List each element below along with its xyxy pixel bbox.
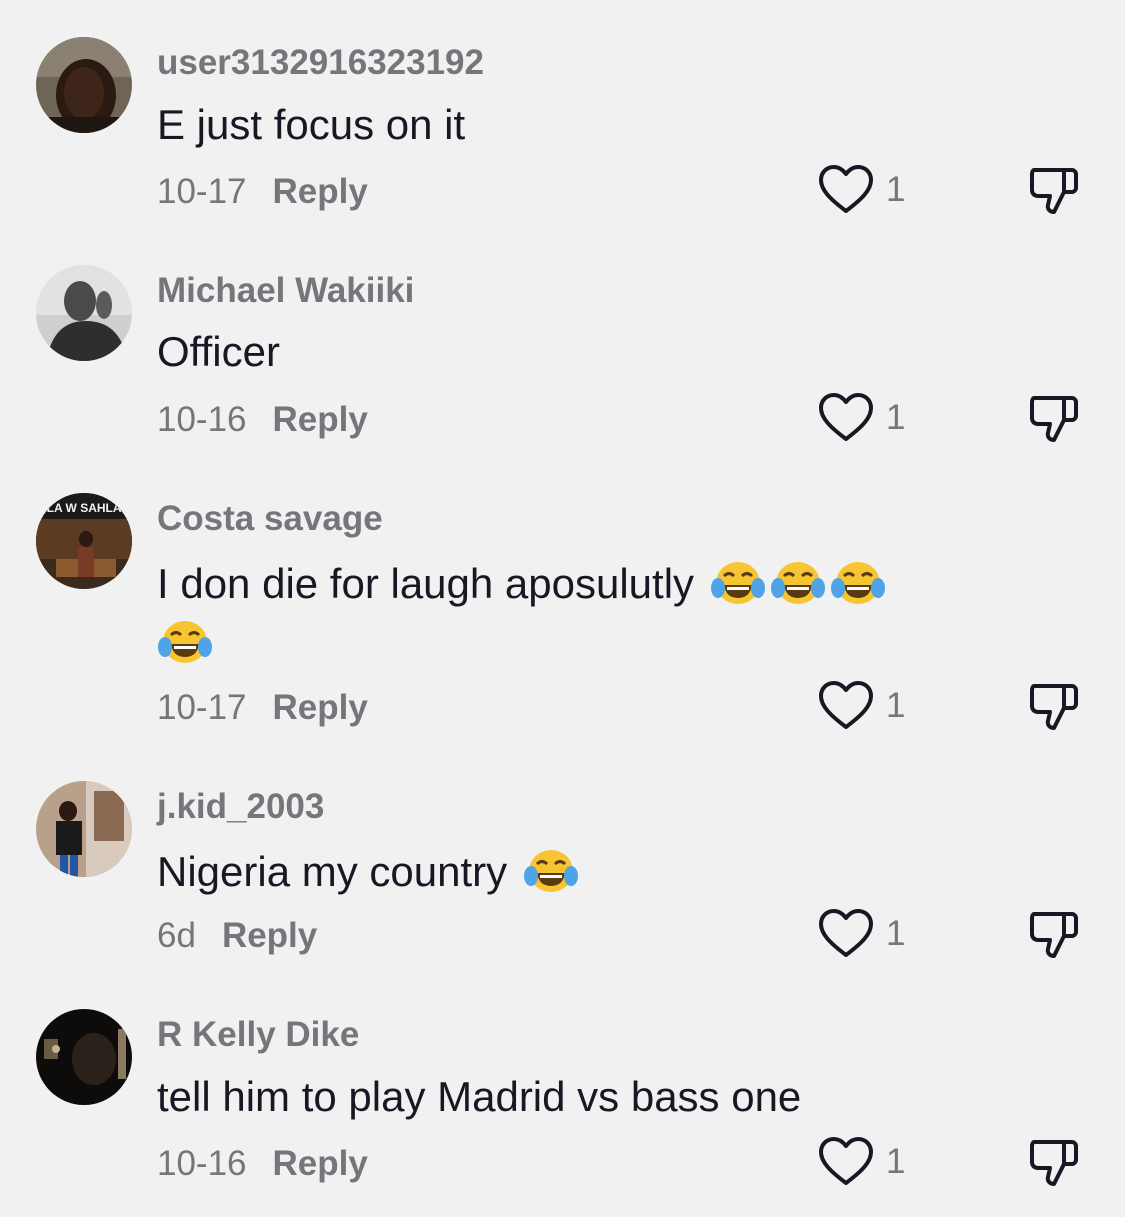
- comment-text-content: Officer: [157, 328, 280, 375]
- reply-button[interactable]: Reply: [273, 1144, 368, 1183]
- dislike-button[interactable]: [1026, 680, 1082, 736]
- comment-meta: 6d Reply: [157, 918, 317, 953]
- comment-meta: 10-17 Reply: [157, 174, 368, 209]
- like-button[interactable]: 1: [818, 680, 908, 730]
- like-count: 1: [886, 1142, 906, 1181]
- like-count: 1: [886, 170, 906, 209]
- comment-date: 10-16: [157, 400, 247, 439]
- avatar[interactable]: [36, 1009, 132, 1105]
- comment-username[interactable]: R Kelly Dike: [157, 1017, 359, 1052]
- reply-button[interactable]: Reply: [222, 916, 317, 955]
- face-with-tears-of-joy-icon: [770, 558, 826, 608]
- reply-button[interactable]: Reply: [273, 400, 368, 439]
- heart-outline-icon: [819, 909, 873, 957]
- comment-date: 10-17: [157, 688, 247, 727]
- dislike-button[interactable]: [1026, 164, 1082, 220]
- comment-text: E just focus on it: [157, 96, 957, 154]
- heart-outline-icon: [819, 1137, 873, 1185]
- comment-text-continued: [157, 614, 957, 672]
- comment-username[interactable]: Costa savage: [157, 501, 383, 536]
- comment-text: Nigeria my country: [157, 843, 957, 901]
- like-count: 1: [886, 686, 906, 725]
- face-with-tears-of-joy-icon: [830, 558, 886, 608]
- like-button[interactable]: 1: [818, 908, 908, 958]
- comment-text-content: Nigeria my country: [157, 848, 508, 895]
- like-count: 1: [886, 398, 906, 437]
- comment-text-content: I don die for laugh aposulutly: [157, 560, 695, 607]
- thumbs-down-outline-icon: [1030, 168, 1078, 214]
- avatar[interactable]: [36, 37, 132, 133]
- face-with-tears-of-joy-icon: [710, 558, 766, 608]
- heart-outline-icon: [819, 681, 873, 729]
- like-button[interactable]: 1: [818, 392, 908, 442]
- reply-button[interactable]: Reply: [273, 172, 368, 211]
- avatar-sign-text: HLA W SAHLA: [38, 501, 122, 515]
- avatar-image: [36, 265, 132, 361]
- comment-text: I don die for laugh aposulutly: [157, 555, 957, 613]
- avatar-image: [36, 781, 132, 877]
- comment-text-content: E just focus on it: [157, 101, 466, 148]
- comment-meta: 10-17 Reply: [157, 690, 368, 725]
- comment-meta: 10-16 Reply: [157, 1146, 368, 1181]
- avatar-image: [36, 37, 132, 133]
- comment-date: 6d: [157, 916, 196, 955]
- comment-username[interactable]: j.kid_2003: [157, 789, 324, 824]
- avatar[interactable]: [36, 781, 132, 877]
- thumbs-down-outline-icon: [1030, 912, 1078, 958]
- face-with-tears-of-joy-icon: [157, 617, 213, 667]
- thumbs-down-outline-icon: [1030, 396, 1078, 442]
- comment-meta: 10-16 Reply: [157, 402, 368, 437]
- comment-username[interactable]: Michael Wakiiki: [157, 273, 414, 308]
- dislike-button[interactable]: [1026, 908, 1082, 964]
- thumbs-down-outline-icon: [1030, 1140, 1078, 1186]
- comment-text-content: tell him to play Madrid vs bass one: [157, 1073, 802, 1120]
- comment-date: 10-17: [157, 172, 247, 211]
- avatar-image: HLA W SAHLA: [36, 493, 132, 589]
- avatar[interactable]: [36, 265, 132, 361]
- avatar-image: [36, 1009, 132, 1105]
- like-button[interactable]: 1: [818, 164, 908, 214]
- thumbs-down-outline-icon: [1030, 684, 1078, 730]
- reply-button[interactable]: Reply: [273, 688, 368, 727]
- dislike-button[interactable]: [1026, 392, 1082, 448]
- like-button[interactable]: 1: [818, 1136, 908, 1186]
- avatar[interactable]: HLA W SAHLA: [36, 493, 132, 589]
- comment-text: Officer: [157, 323, 957, 381]
- comment-text: tell him to play Madrid vs bass one: [157, 1068, 957, 1126]
- comment-date: 10-16: [157, 1144, 247, 1183]
- like-count: 1: [886, 914, 906, 953]
- face-with-tears-of-joy-icon: [523, 846, 579, 896]
- heart-outline-icon: [819, 393, 873, 441]
- heart-outline-icon: [819, 165, 873, 213]
- dislike-button[interactable]: [1026, 1136, 1082, 1192]
- comment-username[interactable]: user3132916323192: [157, 45, 484, 80]
